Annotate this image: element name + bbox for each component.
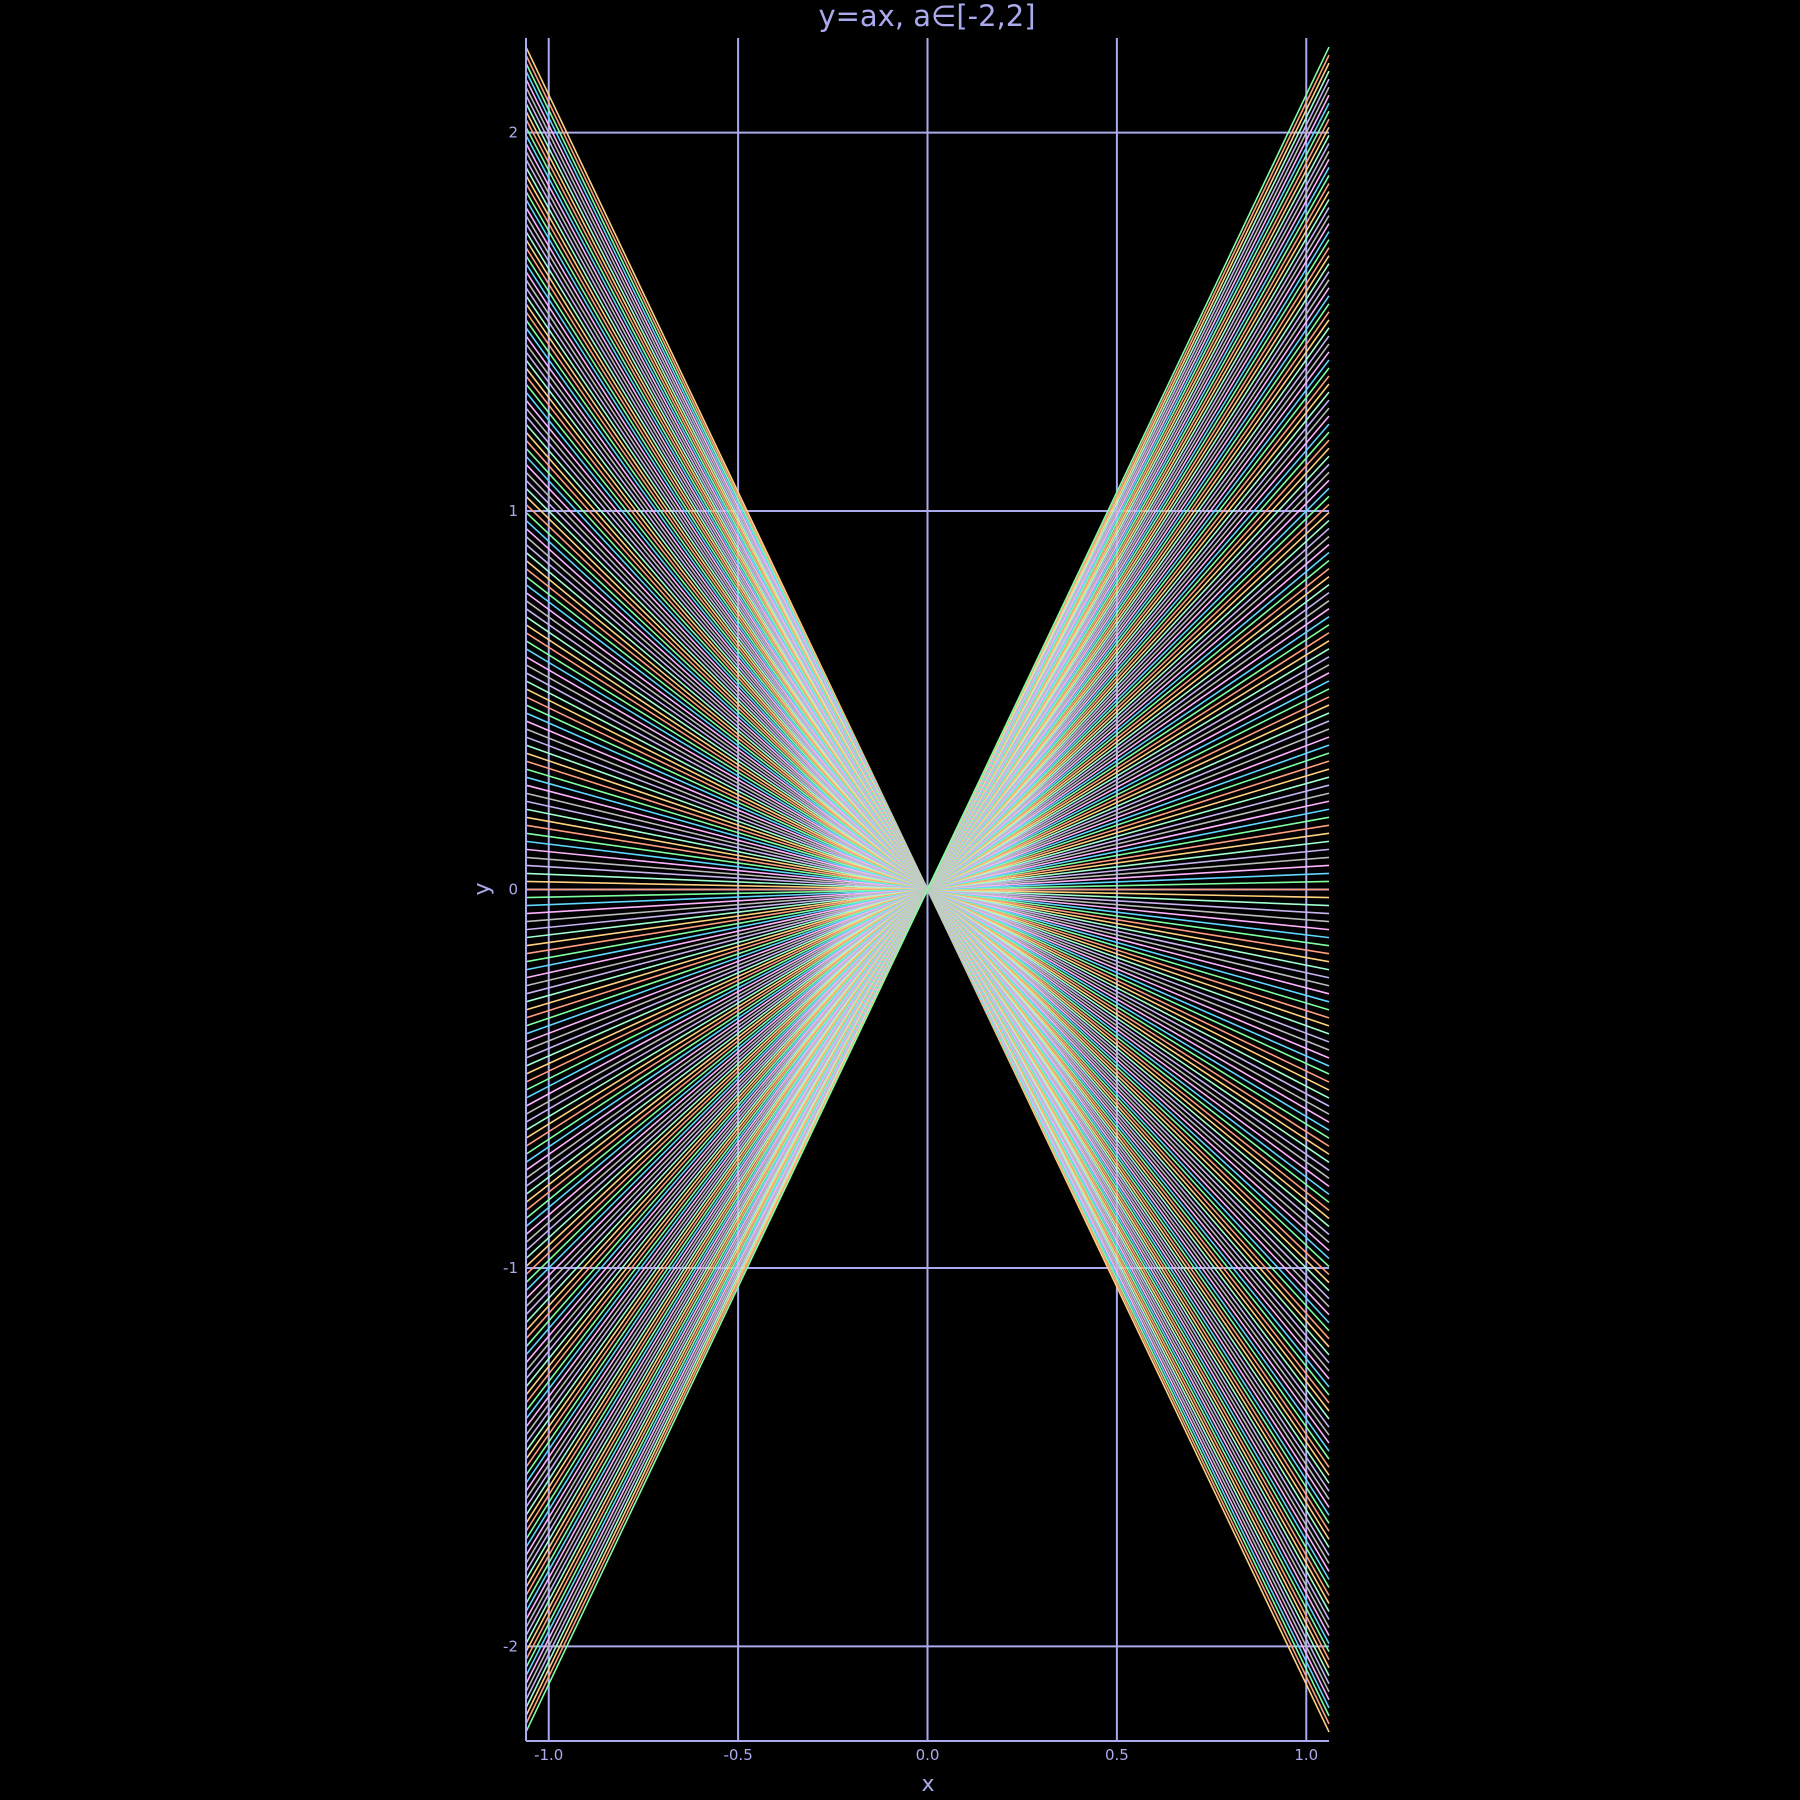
y-tick-label: -2 <box>503 1637 518 1655</box>
x-tick-label: -1.0 <box>534 1746 563 1764</box>
x-tick-label: 1.0 <box>1294 1746 1318 1764</box>
x-tick-label: -0.5 <box>723 1746 752 1764</box>
chart-title: y=ax, a∈[-2,2] <box>818 0 1035 33</box>
y-tick-label: 0 <box>508 881 518 899</box>
y-tick-label: -1 <box>503 1259 518 1277</box>
x-axis-title: x <box>921 1772 934 1797</box>
x-tick-label: 0.0 <box>916 1746 940 1764</box>
y-axis-title: y <box>470 882 495 895</box>
y-tick-label: 2 <box>508 124 518 142</box>
x-tick-label: 0.5 <box>1105 1746 1129 1764</box>
chart: -1.0 -0.5 0.0 0.5 1.0-2-1012 y=ax, a∈[-2,2] … <box>0 0 1800 1800</box>
y-tick-label: 1 <box>508 502 518 520</box>
